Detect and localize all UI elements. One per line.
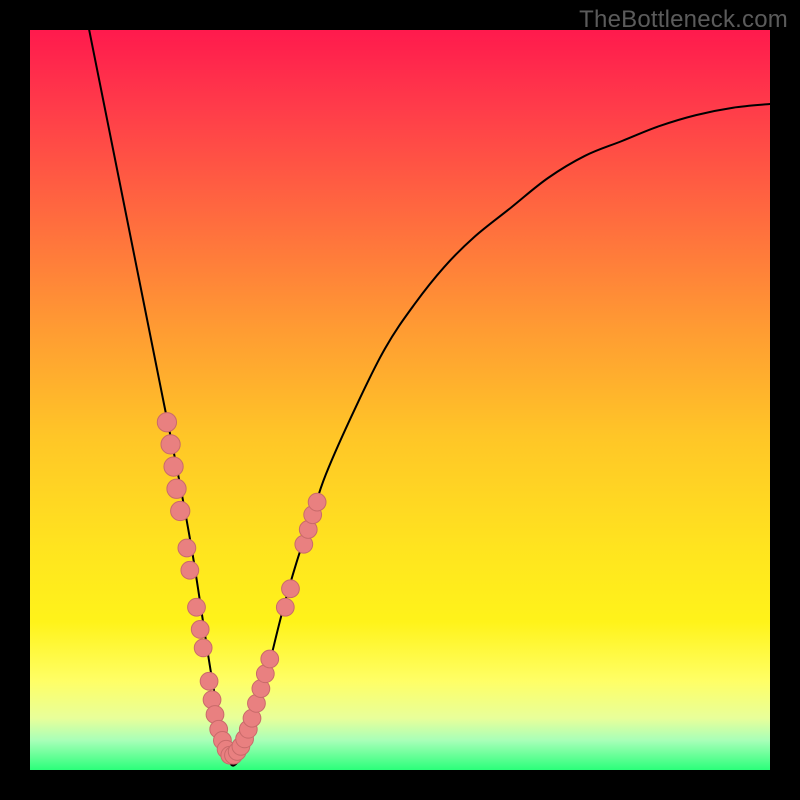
curve-marker: [276, 598, 294, 616]
curve-marker: [157, 413, 176, 432]
curve-marker: [181, 561, 199, 579]
curve-marker: [200, 672, 218, 690]
curve-marker: [261, 650, 279, 668]
watermark-text: TheBottleneck.com: [579, 6, 788, 34]
curve-marker: [161, 435, 180, 454]
curve-marker: [191, 621, 209, 639]
curve-marker: [194, 639, 212, 657]
curve-marker: [188, 598, 206, 616]
plot-area: [30, 30, 770, 770]
curve-path: [89, 30, 770, 766]
curve-marker: [178, 539, 196, 557]
curve-marker: [167, 479, 186, 498]
curve-marker: [164, 457, 183, 476]
curve-marker: [282, 580, 300, 598]
bottleneck-curve-svg: [30, 30, 770, 770]
curve-marker: [308, 493, 326, 511]
curve-marker: [171, 501, 190, 520]
chart-frame: TheBottleneck.com: [0, 0, 800, 800]
